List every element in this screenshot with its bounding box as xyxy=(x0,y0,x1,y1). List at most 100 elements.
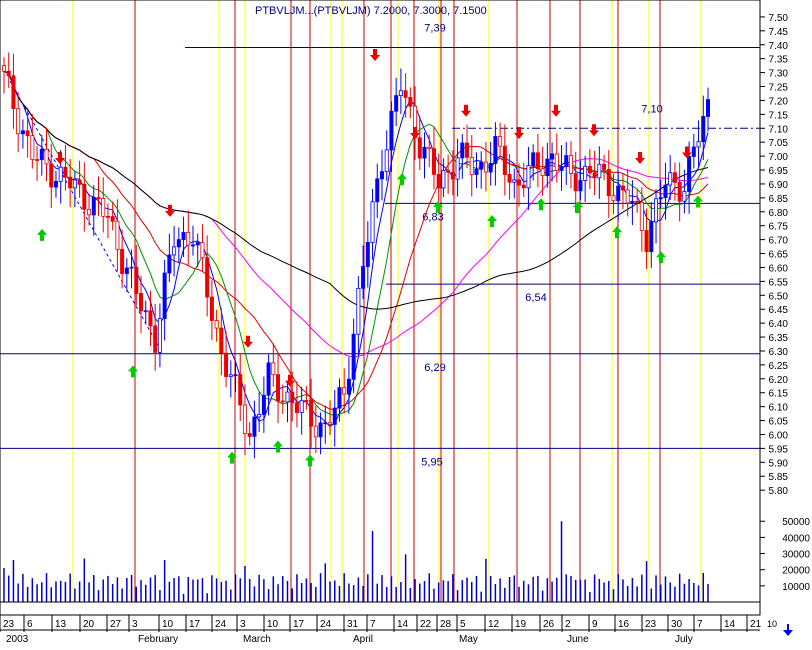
candle-body xyxy=(474,168,479,175)
day-label: 22 xyxy=(420,619,432,630)
candle-body xyxy=(606,169,611,197)
candle-body xyxy=(157,318,162,353)
candle-body xyxy=(469,156,474,175)
candle-body xyxy=(346,378,351,395)
candle-body xyxy=(39,148,44,160)
stock-chart: 7,397,106,836,546,295,95 +S++S++S++L++L+… xyxy=(0,0,812,645)
candle-body xyxy=(687,156,692,192)
candle-body xyxy=(682,191,687,202)
candle-body xyxy=(332,407,337,425)
chart-svg: 7,397,106,836,546,295,95 +S++S++S++L++L+… xyxy=(0,0,810,645)
candle-body xyxy=(105,215,110,218)
price-tick-label: 7.30 xyxy=(769,69,789,80)
signal-arrows xyxy=(37,49,703,467)
month-label: 2003 xyxy=(6,634,29,645)
price-tick-label: 6.00 xyxy=(769,430,789,441)
volume-corner-label: 10 xyxy=(767,619,777,629)
moving-average-line xyxy=(3,70,709,310)
candle-body xyxy=(318,422,323,438)
candle-body xyxy=(526,165,531,189)
candle-body xyxy=(602,163,607,170)
candle-body xyxy=(299,399,304,413)
sell-arrow-icon xyxy=(285,374,295,387)
moving-average-line xyxy=(3,70,709,410)
candle-body xyxy=(578,180,583,192)
month-label: February xyxy=(138,634,178,645)
candle-body xyxy=(531,152,536,167)
price-tick-label: 6.80 xyxy=(769,208,789,219)
candle-body xyxy=(540,168,545,177)
buy-arrow-icon xyxy=(573,201,583,214)
candle-body xyxy=(101,198,106,217)
candle-body xyxy=(427,146,432,150)
candle-body xyxy=(668,172,673,186)
candle-body xyxy=(550,153,555,160)
price-tick-label: 6.45 xyxy=(769,305,789,316)
signal-vertical-lines xyxy=(72,0,702,602)
volume-bars xyxy=(3,521,709,602)
month-label: March xyxy=(243,634,271,645)
candle-body xyxy=(587,165,592,174)
price-tick-label: 6.85 xyxy=(769,194,789,205)
candle-body xyxy=(639,202,644,231)
price-tick-label: 6.35 xyxy=(769,333,789,344)
candle-body xyxy=(370,201,375,243)
candle-body xyxy=(677,181,682,202)
candle-body xyxy=(559,166,564,171)
candle-body xyxy=(502,145,507,175)
candle-body xyxy=(658,197,663,200)
price-tick-label: 7.20 xyxy=(769,96,789,107)
candle-body xyxy=(162,272,167,319)
candle-body xyxy=(176,239,181,248)
day-label: 10 xyxy=(267,619,279,630)
candle-body xyxy=(568,155,573,174)
buy-arrow-icon xyxy=(656,251,666,264)
day-label: 7 xyxy=(697,619,703,630)
candle-body xyxy=(294,402,299,413)
day-label: 12 xyxy=(488,619,500,630)
price-tick-label: 7.45 xyxy=(769,27,789,38)
candle-body xyxy=(379,171,384,180)
moving-average-line xyxy=(3,70,709,358)
candle-body xyxy=(290,391,295,404)
candle-body xyxy=(361,266,366,289)
price-tick-label: 7.10 xyxy=(769,124,789,135)
candle-body xyxy=(431,148,436,175)
sell-arrow-icon xyxy=(165,204,175,217)
price-tick-label: 6.05 xyxy=(769,417,789,428)
candle-body xyxy=(219,327,224,354)
candle-body xyxy=(224,352,229,377)
candle-body xyxy=(285,391,290,403)
candle-body xyxy=(507,174,512,183)
day-label: 28 xyxy=(440,619,452,630)
buy-arrow-icon xyxy=(128,365,138,378)
candle-body xyxy=(611,195,616,202)
candle-body xyxy=(49,163,54,188)
day-label: 23 xyxy=(3,619,15,630)
month-label: May xyxy=(459,634,478,645)
day-label: 20 xyxy=(83,619,95,630)
candle-body xyxy=(597,163,602,179)
candle-body xyxy=(68,176,73,189)
candle-body xyxy=(247,433,252,437)
candle-body xyxy=(450,171,455,180)
up-arrow-icon[interactable] xyxy=(783,624,793,636)
candle-body xyxy=(436,173,441,189)
candle-body xyxy=(517,179,522,186)
candle-body xyxy=(172,246,177,256)
candle-body xyxy=(465,142,470,158)
price-tick-label: 6.50 xyxy=(769,291,789,302)
sell-arrow-icon xyxy=(55,152,65,165)
day-label: 30 xyxy=(671,619,683,630)
candle-body xyxy=(25,130,30,137)
price-tick-label: 7.00 xyxy=(769,152,789,163)
candle-body xyxy=(422,146,427,159)
candle-body xyxy=(630,200,635,204)
candle-body xyxy=(209,296,214,321)
candle-body xyxy=(115,220,120,250)
candle-body xyxy=(479,161,484,170)
candle-body xyxy=(455,157,460,180)
candle-body xyxy=(16,108,21,135)
candle-body xyxy=(129,266,134,269)
candle-body xyxy=(460,142,465,159)
